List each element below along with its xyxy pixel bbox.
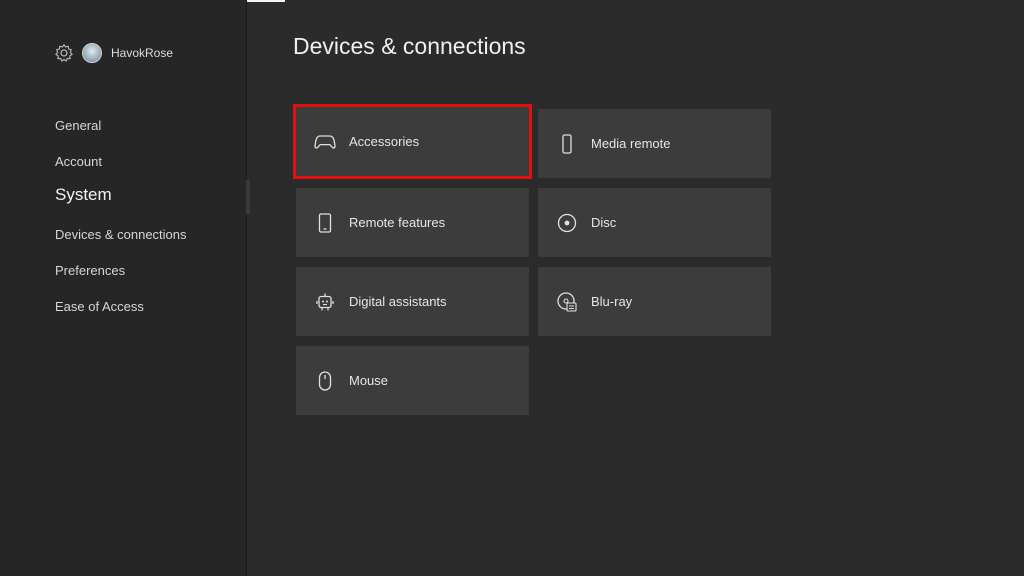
tile-remote-features[interactable]: Remote features [296, 188, 529, 257]
tile-accessories[interactable]: Accessories [293, 104, 532, 179]
tile-blu-ray[interactable]: Blu-ray [538, 267, 771, 336]
tile-disc[interactable]: Disc [538, 188, 771, 257]
tile-mouse[interactable]: Mouse [296, 346, 529, 415]
tile-label: Digital assistants [349, 294, 447, 309]
tile-label: Disc [591, 215, 617, 230]
page-title: Devices & connections [293, 33, 526, 59]
sidebar-item-devices-connections[interactable]: Devices & connections [55, 227, 187, 242]
tile-digital-assistants[interactable]: Digital assistants [296, 267, 529, 336]
tile-media-remote[interactable]: Media remote [538, 109, 771, 178]
bluray-icon [556, 291, 578, 313]
tile-label: Mouse [349, 373, 389, 388]
sidebar-item-ease-of-access[interactable]: Ease of Access [55, 299, 144, 314]
sidebar-item-general[interactable]: General [55, 118, 101, 133]
tile-label: Blu-ray [591, 294, 633, 309]
assistant-icon [314, 291, 336, 313]
sidebar-item-preferences[interactable]: Preferences [55, 263, 125, 278]
sidebar: HavokRose General Account System Devices… [0, 0, 247, 576]
sidebar-item-account[interactable]: Account [55, 154, 102, 169]
disc-icon [556, 212, 578, 234]
avatar[interactable] [82, 43, 102, 63]
remote-icon [556, 133, 578, 155]
phone-icon [314, 212, 336, 234]
controller-icon [314, 131, 336, 153]
username: HavokRose [111, 46, 174, 60]
sidebar-scroll-indicator [246, 180, 250, 214]
sidebar-item-system[interactable]: System [55, 185, 112, 205]
mouse-icon [314, 370, 336, 392]
tile-label: Accessories [349, 134, 420, 149]
tile-label: Remote features [349, 215, 446, 230]
profile-header[interactable]: HavokRose [54, 42, 173, 64]
gear-icon[interactable] [54, 43, 74, 63]
tile-label: Media remote [591, 136, 671, 151]
